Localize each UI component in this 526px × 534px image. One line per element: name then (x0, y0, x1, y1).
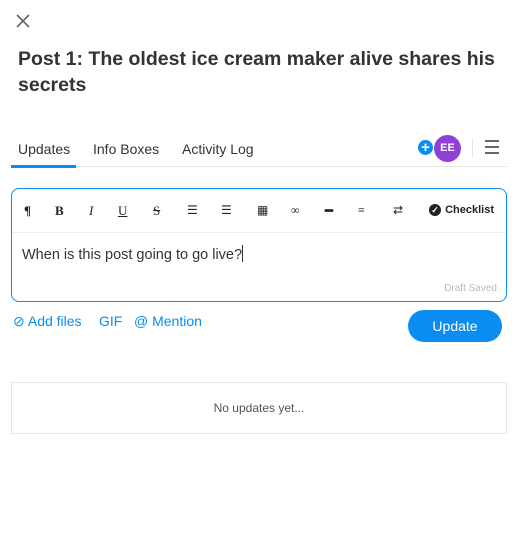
tab-info-boxes[interactable]: Info Boxes (93, 141, 159, 157)
close-icon[interactable] (14, 12, 32, 30)
tab-updates[interactable]: Updates (18, 141, 70, 157)
editor-toolbar: ¶ B I U S ☰ ☰ ▦ ∞ ━ ≡ ⇄ ✓ Checklist (12, 189, 506, 233)
tab-activity-log[interactable]: Activity Log (182, 141, 254, 157)
gif-link[interactable]: GIF (99, 313, 122, 329)
divider-icon[interactable]: ━ (325, 203, 333, 219)
empty-updates: No updates yet... (11, 382, 507, 434)
page-title: Post 1: The oldest ice cream maker alive… (18, 48, 495, 96)
tabs-divider (11, 166, 507, 167)
draft-status: Draft Saved (444, 283, 497, 294)
align-icon[interactable]: ≡ (358, 203, 365, 218)
link-icon[interactable]: ∞ (291, 203, 300, 218)
checklist-label: Checklist (445, 204, 494, 216)
paragraph-icon[interactable]: ¶ (24, 203, 31, 219)
add-subscriber-icon[interactable]: + (418, 140, 433, 155)
italic-icon[interactable]: I (89, 203, 93, 219)
divider (472, 138, 473, 158)
bullet-list-icon[interactable]: ☰ (221, 203, 232, 218)
table-icon[interactable]: ▦ (257, 203, 268, 218)
add-files-link[interactable]: ⊘ Add files (13, 313, 82, 330)
numbered-list-icon[interactable]: ☰ (187, 203, 198, 218)
menu-icon[interactable] (485, 140, 499, 158)
checklist-button[interactable]: ✓ Checklist (429, 204, 494, 216)
editor-input[interactable]: When is this post going to go live? (22, 245, 243, 263)
check-circle-icon: ✓ (429, 204, 442, 216)
update-editor[interactable]: ¶ B I U S ☰ ☰ ▦ ∞ ━ ≡ ⇄ ✓ Checklist When … (11, 188, 507, 302)
strikethrough-icon[interactable]: S (153, 203, 160, 219)
paperclip-icon: ⊘ (13, 313, 25, 329)
mention-link[interactable]: @ Mention (134, 313, 202, 329)
add-files-label: Add files (27, 313, 82, 329)
bold-icon[interactable]: B (55, 203, 64, 219)
direction-icon[interactable]: ⇄ (393, 203, 403, 218)
active-tab-indicator (11, 165, 76, 168)
underline-icon[interactable]: U (118, 203, 127, 219)
update-button[interactable]: Update (408, 310, 502, 342)
avatar[interactable]: EE (434, 135, 461, 162)
